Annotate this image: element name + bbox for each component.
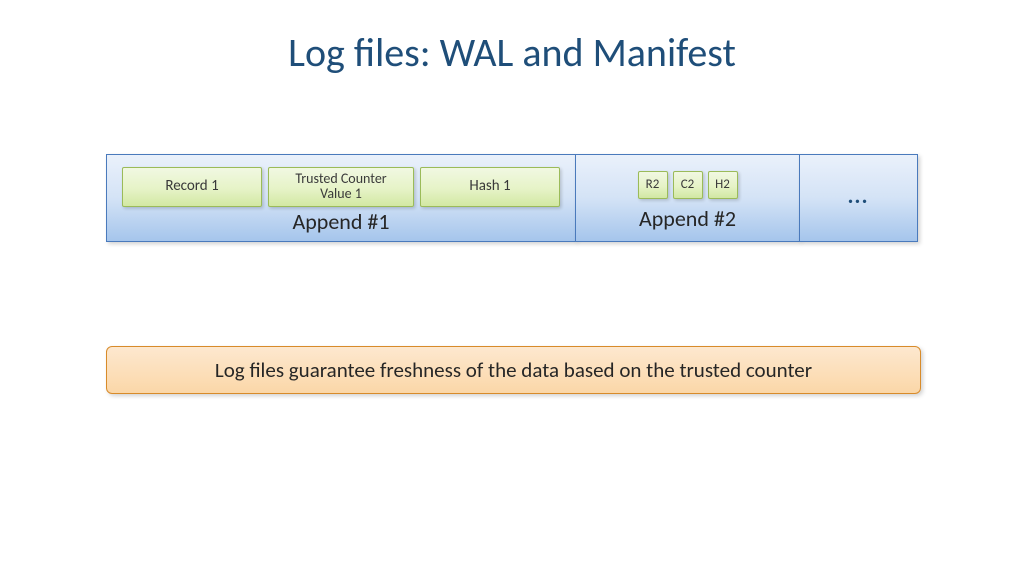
hash-1-box: Hash 1 — [420, 167, 560, 207]
c2-box: C2 — [673, 171, 703, 199]
ellipsis-label: … — [800, 155, 917, 241]
record-1-box: Record 1 — [122, 167, 262, 207]
append-strip: Record 1 Trusted CounterValue 1 Hash 1 A… — [106, 154, 921, 242]
append2-label: Append #2 — [576, 201, 799, 241]
callout-box: Log files guarantee freshness of the dat… — [106, 346, 921, 394]
append1-items: Record 1 Trusted CounterValue 1 Hash 1 — [107, 155, 575, 207]
append1-label: Append #1 — [107, 207, 575, 241]
segment-append-2: R2 C2 H2 Append #2 — [575, 154, 800, 242]
h2-box: H2 — [708, 171, 738, 199]
segment-append-1: Record 1 Trusted CounterValue 1 Hash 1 A… — [106, 154, 576, 242]
trusted-counter-value-box: Trusted CounterValue 1 — [268, 167, 414, 207]
append2-items: R2 C2 H2 — [576, 155, 799, 201]
slide-title: Log files: WAL and Manifest — [0, 28, 1024, 77]
segment-ellipsis: … — [799, 154, 918, 242]
r2-box: R2 — [638, 171, 668, 199]
